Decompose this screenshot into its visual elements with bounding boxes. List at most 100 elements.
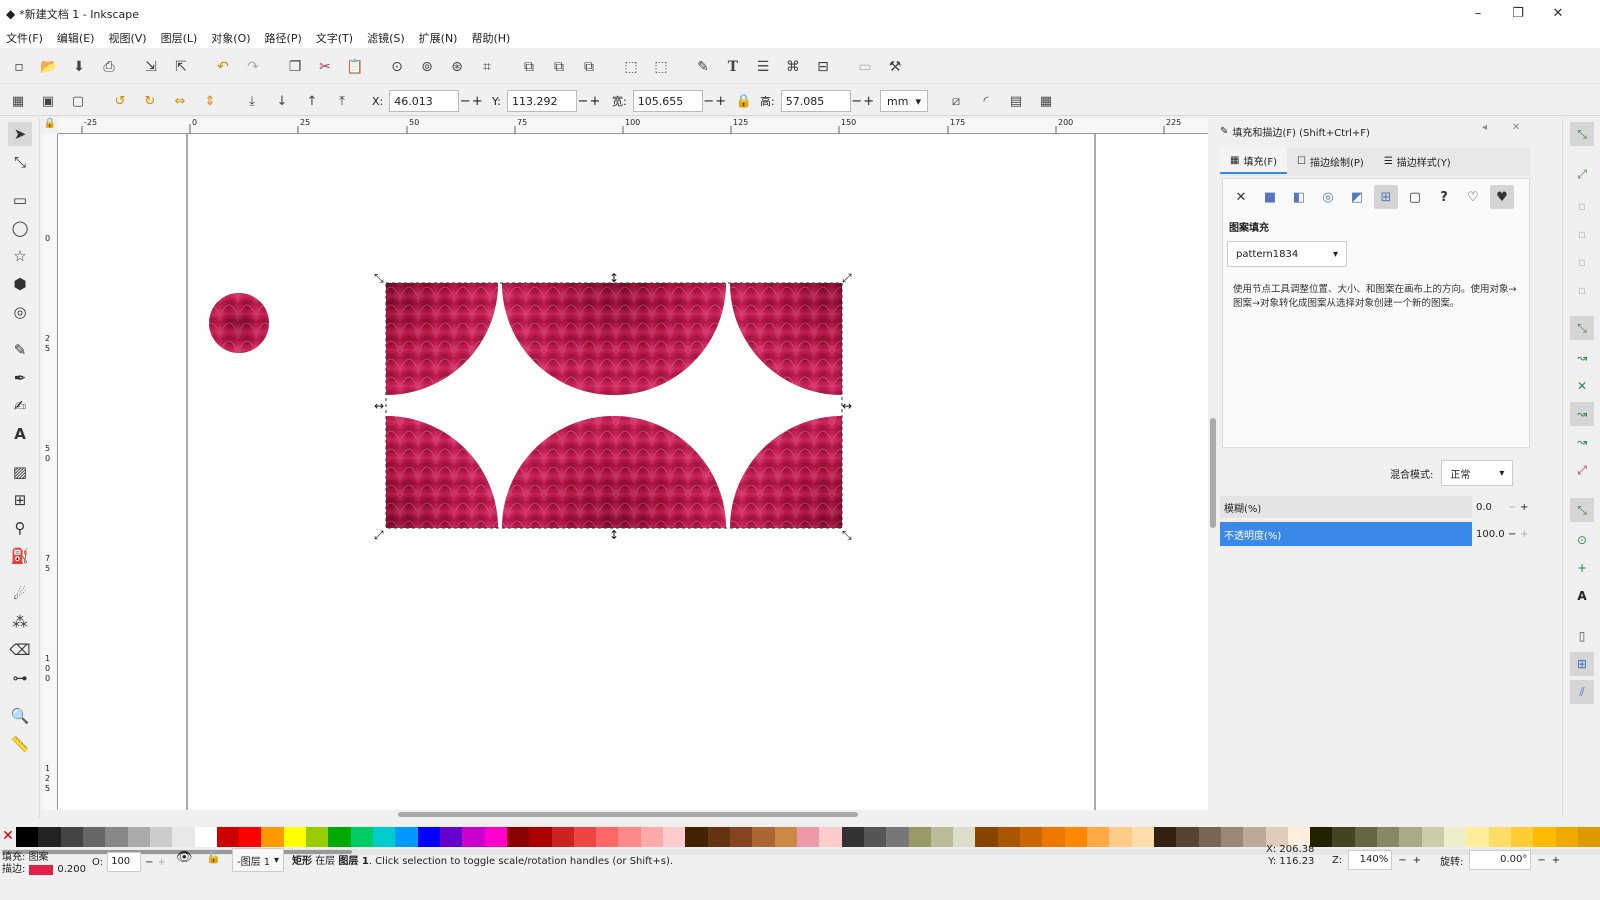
document-properties-icon[interactable]: ▭ bbox=[854, 56, 876, 78]
node-tool-icon[interactable]: ⤡ bbox=[8, 150, 32, 174]
raise-icon[interactable]: ↑ bbox=[302, 91, 322, 111]
x-increment[interactable]: + bbox=[471, 94, 483, 109]
color-swatch[interactable] bbox=[573, 827, 597, 847]
no-color-swatch[interactable]: ✕ bbox=[0, 826, 16, 846]
color-swatch[interactable] bbox=[1466, 827, 1489, 847]
layers-icon[interactable]: ☰ bbox=[752, 56, 774, 78]
snap-intersection-icon[interactable]: ✕ bbox=[1570, 374, 1594, 398]
snap-rotation-center-icon[interactable]: + bbox=[1570, 556, 1594, 580]
color-swatch[interactable] bbox=[975, 827, 998, 847]
xml-editor-icon[interactable]: ⌘ bbox=[782, 56, 804, 78]
stroke-color-swatch[interactable] bbox=[29, 865, 54, 875]
color-swatch[interactable] bbox=[395, 827, 418, 847]
deselect-icon[interactable]: ▢ bbox=[68, 91, 88, 111]
unset-paint-button[interactable]: ? bbox=[1432, 185, 1456, 209]
color-swatch[interactable] bbox=[1064, 827, 1087, 847]
paste-icon[interactable]: 📋 bbox=[344, 56, 366, 78]
color-swatch[interactable] bbox=[149, 827, 173, 847]
calligraphy-tool-icon[interactable]: ✍ bbox=[8, 394, 32, 418]
select-all-layers-icon[interactable]: ▣ bbox=[38, 91, 58, 111]
color-swatch[interactable] bbox=[1131, 827, 1154, 847]
menu-path[interactable]: 路径(P) bbox=[265, 30, 302, 46]
color-swatch[interactable] bbox=[685, 827, 708, 847]
color-swatch[interactable] bbox=[796, 827, 820, 847]
horizontal-scrollbar[interactable] bbox=[58, 810, 1208, 820]
spiral-tool-icon[interactable]: ◎ bbox=[8, 300, 32, 324]
tab-stroke-style[interactable]: ☰ 描边样式(Y) bbox=[1374, 148, 1461, 174]
transform-gradients-icon[interactable]: ▤ bbox=[1006, 91, 1026, 111]
rotate-cw-icon[interactable]: ↻ bbox=[140, 91, 160, 111]
rotation-decrement[interactable]: − bbox=[1537, 855, 1545, 866]
height-increment[interactable]: + bbox=[863, 94, 875, 109]
color-swatch[interactable] bbox=[529, 827, 552, 847]
lock-ratio-icon[interactable]: 🔒 bbox=[734, 91, 754, 111]
linear-gradient-button[interactable]: ◧ bbox=[1287, 185, 1311, 209]
text-font-icon[interactable]: T bbox=[722, 56, 744, 78]
color-swatch[interactable] bbox=[306, 827, 329, 847]
color-swatch[interactable] bbox=[1399, 827, 1422, 847]
color-swatch[interactable] bbox=[1377, 827, 1400, 847]
open-file-icon[interactable]: 📂 bbox=[38, 56, 60, 78]
x-input[interactable]: 46.013 bbox=[389, 90, 460, 112]
snap-page-border-icon[interactable]: ▯ bbox=[1570, 624, 1594, 648]
blur-value[interactable]: 0.0 bbox=[1472, 502, 1508, 513]
color-swatch[interactable] bbox=[1555, 827, 1578, 847]
layer-selector[interactable]: -图层 1 ▾ bbox=[232, 848, 284, 872]
gradient-tool-icon[interactable]: ▨ bbox=[8, 460, 32, 484]
color-swatch[interactable] bbox=[618, 827, 641, 847]
menu-file[interactable]: 文件(F) bbox=[6, 30, 43, 46]
color-swatch[interactable] bbox=[82, 827, 106, 847]
ellipse-tool-icon[interactable]: ◯ bbox=[8, 216, 32, 240]
color-swatch[interactable] bbox=[328, 827, 351, 847]
snap-bbox-center-icon[interactable]: ▫ bbox=[1570, 278, 1594, 302]
pattern-dropdown[interactable]: pattern1834 ▾ bbox=[1227, 241, 1347, 267]
snap-bbox-corner-icon[interactable]: ▫ bbox=[1570, 222, 1594, 246]
color-swatch[interactable] bbox=[60, 827, 83, 847]
menu-filters[interactable]: 滤镜(S) bbox=[367, 30, 405, 46]
color-swatch[interactable] bbox=[1020, 827, 1043, 847]
clone-icon[interactable]: ⧉ bbox=[548, 56, 570, 78]
save-icon[interactable]: ⬇ bbox=[68, 56, 90, 78]
pencil-tool-icon[interactable]: ✎ bbox=[8, 338, 32, 362]
x-decrement[interactable]: − bbox=[459, 94, 471, 109]
menu-help[interactable]: 帮助(H) bbox=[471, 30, 510, 46]
stroke-width[interactable]: 0.200 bbox=[57, 864, 86, 876]
lower-to-bottom-icon[interactable]: ⤓ bbox=[242, 91, 262, 111]
color-swatch[interactable] bbox=[105, 827, 128, 847]
undo-icon[interactable]: ↶ bbox=[212, 56, 234, 78]
import-icon[interactable]: ⇲ bbox=[140, 56, 162, 78]
measure-tool-icon[interactable]: 📏 bbox=[8, 732, 32, 756]
copy-icon[interactable]: ❐ bbox=[284, 56, 306, 78]
color-swatch[interactable] bbox=[551, 827, 574, 847]
close-button[interactable]: ✕ bbox=[1538, 4, 1578, 24]
color-swatch[interactable] bbox=[350, 827, 373, 847]
color-swatch[interactable] bbox=[663, 827, 686, 847]
snap-nodes-icon[interactable]: ⤡ bbox=[1570, 316, 1594, 340]
snap-bbox-icon[interactable]: ⤢ bbox=[1570, 162, 1594, 186]
width-input[interactable]: 105.655 bbox=[632, 90, 703, 112]
export-icon[interactable]: ⇱ bbox=[170, 56, 192, 78]
color-swatch[interactable] bbox=[863, 827, 887, 847]
spray-tool-icon[interactable]: ⁂ bbox=[8, 610, 32, 634]
color-swatch[interactable] bbox=[1354, 827, 1378, 847]
flip-vertical-icon[interactable]: ⇕ bbox=[200, 91, 220, 111]
fill-stroke-icon[interactable]: ✎ bbox=[692, 56, 714, 78]
new-document-icon[interactable]: ▫ bbox=[8, 56, 30, 78]
flip-horizontal-icon[interactable]: ⇔ bbox=[170, 91, 190, 111]
snap-smooth-nodes-icon[interactable]: ↝ bbox=[1570, 430, 1594, 454]
color-swatch[interactable] bbox=[774, 827, 797, 847]
redo-icon[interactable]: ↷ bbox=[242, 56, 264, 78]
color-swatch[interactable] bbox=[707, 827, 730, 847]
opacity-decrement[interactable]: − bbox=[1508, 529, 1520, 540]
select-all-icon[interactable]: ▦ bbox=[8, 91, 28, 111]
fill-rule-nonzero-icon[interactable]: ♥ bbox=[1490, 185, 1514, 209]
snap-bbox-midpoint-icon[interactable]: ▫ bbox=[1570, 250, 1594, 274]
opacity-value[interactable]: 100.0 bbox=[1472, 529, 1508, 540]
color-swatch[interactable] bbox=[1488, 827, 1511, 847]
color-swatch[interactable] bbox=[1510, 827, 1534, 847]
connector-tool-icon[interactable]: ⊶ bbox=[8, 666, 32, 690]
opacity-decrement[interactable]: − bbox=[145, 857, 153, 868]
color-swatch[interactable] bbox=[730, 827, 753, 847]
color-swatch[interactable] bbox=[261, 827, 284, 847]
color-swatch[interactable] bbox=[1243, 827, 1266, 847]
